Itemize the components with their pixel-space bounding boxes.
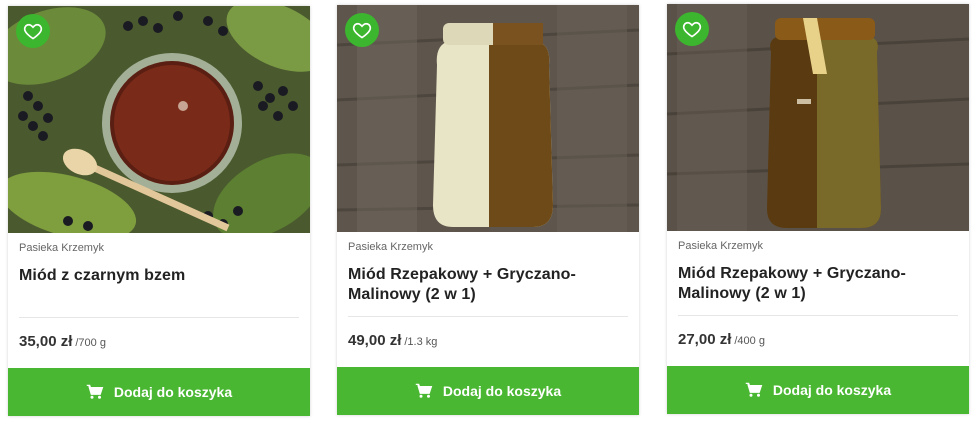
- product-title[interactable]: Miód Rzepakowy + Gryczano-Malinowy (2 w …: [678, 264, 958, 304]
- product-title[interactable]: Miód Rzepakowy + Gryczano-Malinowy (2 w …: [348, 265, 628, 305]
- heart-icon: [682, 21, 702, 38]
- price-unit: /700 g: [75, 337, 106, 349]
- add-to-cart-button[interactable]: Dodaj do koszyka: [667, 366, 969, 414]
- price-value: 35,00 zł: [19, 333, 73, 350]
- product-title[interactable]: Miód z czarnym bzem: [19, 266, 299, 286]
- cart-icon: [86, 384, 104, 399]
- divider: [348, 316, 628, 317]
- product-image[interactable]: [8, 6, 310, 233]
- favorite-button[interactable]: [16, 14, 50, 48]
- add-to-cart-label: Dodaj do koszyka: [772, 382, 892, 398]
- heart-icon: [352, 22, 372, 39]
- price-value: 49,00 zł: [348, 332, 402, 349]
- product-image[interactable]: [337, 5, 639, 232]
- product-card: Pasieka Krzemyk Miód Rzepakowy + Gryczan…: [667, 4, 969, 414]
- add-to-cart-button[interactable]: Dodaj do koszyka: [337, 367, 639, 415]
- producer-name: Pasieka Krzemyk: [678, 240, 763, 252]
- price: 49,00 zł/1.3 kg: [348, 332, 437, 349]
- cart-icon: [745, 382, 763, 397]
- product-card: Pasieka Krzemyk Miód Rzepakowy + Gryczan…: [337, 5, 639, 415]
- cart-icon: [415, 383, 433, 398]
- price-value: 27,00 zł: [678, 331, 732, 348]
- heart-icon: [23, 23, 43, 40]
- favorite-button[interactable]: [345, 13, 379, 47]
- divider: [19, 317, 299, 318]
- producer-name: Pasieka Krzemyk: [19, 242, 104, 254]
- price-unit: /1.3 kg: [404, 336, 438, 348]
- add-to-cart-label: Dodaj do koszyka: [442, 383, 562, 399]
- price-unit: /400 g: [734, 335, 765, 347]
- price: 35,00 zł/700 g: [19, 333, 106, 350]
- add-to-cart-label: Dodaj do koszyka: [113, 384, 233, 400]
- divider: [678, 315, 958, 316]
- price: 27,00 zł/400 g: [678, 331, 765, 348]
- producer-name: Pasieka Krzemyk: [348, 241, 433, 253]
- favorite-button[interactable]: [675, 12, 709, 46]
- product-image[interactable]: [667, 4, 969, 231]
- add-to-cart-button[interactable]: Dodaj do koszyka: [8, 368, 310, 416]
- product-card: Pasieka Krzemyk Miód z czarnym bzem 35,0…: [8, 6, 310, 416]
